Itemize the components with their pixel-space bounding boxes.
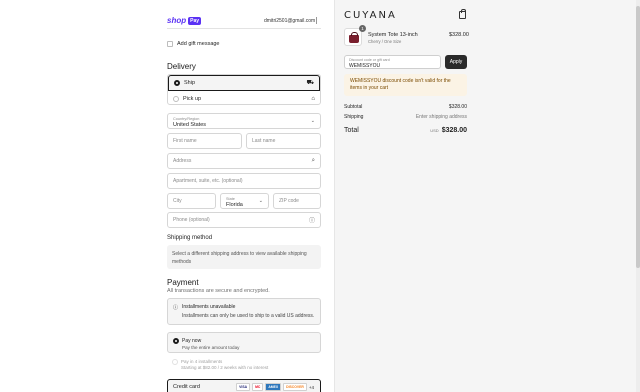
account-email[interactable]: dmitri2501@gmail.com [264, 18, 315, 24]
pickup-label: Pick up [183, 95, 202, 102]
installments-title: Installments unavailable [182, 304, 236, 310]
delivery-title: Delivery [167, 62, 196, 71]
apartment-field[interactable]: Apartment, suite, etc. (optional) [167, 173, 321, 189]
pay-now-subtitle: Pay the entire amount today [182, 345, 240, 350]
total-label: Total [344, 127, 359, 134]
discount-code-input[interactable]: Discount code or gift card WEMISSYOU [344, 55, 441, 69]
zip-placeholder: ZIP code [279, 198, 299, 204]
first-name-placeholder: First name [173, 138, 197, 144]
city-placeholder: City [173, 198, 182, 204]
total-amount: USD $328.00 [420, 127, 467, 134]
tote-bag-image [349, 32, 359, 43]
pay-later-subtitle: Starting at $82.00 / 2 weeks with no int… [181, 365, 269, 370]
pickup-radio[interactable] [173, 95, 179, 102]
header-divider [167, 28, 321, 29]
gift-message-label: Add gift message [177, 41, 220, 47]
discount-code-value: WEMISSYOU [349, 63, 381, 69]
shipping-value: Enter shipping address [415, 114, 467, 120]
delivery-method-group: Ship ⛟ Pick up ⌂ [167, 74, 321, 105]
gift-message-checkbox[interactable] [167, 41, 173, 47]
pay-later-radio [172, 359, 178, 365]
product-variant: Cherry / One Size [368, 39, 402, 44]
chevron-down-icon: ⌄ [258, 198, 263, 204]
country-label: Country/Region [173, 117, 200, 121]
total-currency: USD [430, 128, 439, 133]
country-select[interactable]: Country/Region United States ⌄ [167, 113, 321, 129]
country-value: United States [173, 122, 207, 128]
amex-icon: AMEX [265, 383, 282, 391]
search-icon: ⌕ [311, 157, 315, 164]
last-name-field[interactable]: Last name [246, 133, 321, 149]
last-name-placeholder: Last name [252, 138, 276, 144]
pay-now-radio[interactable] [173, 338, 179, 344]
shop-pay-button[interactable]: shop Pay [167, 16, 202, 25]
ship-label: Ship [184, 80, 196, 86]
account-menu-divider [316, 17, 317, 24]
shop-pay-logo-shop: shop [167, 16, 187, 25]
page-scrollbar[interactable] [636, 0, 640, 392]
phone-placeholder: Phone (optional) [173, 217, 210, 223]
total-value: $328.00 [441, 127, 467, 134]
discover-icon: DISCOVER [283, 383, 307, 391]
shopping-bag-icon[interactable] [459, 9, 466, 19]
subtotal-value: $328.00 [448, 104, 467, 110]
discount-warning: WEMISSYOU discount code isn't valid for … [344, 74, 467, 96]
gift-message-row[interactable]: Add gift message [167, 41, 220, 47]
credit-card-option[interactable]: Credit card VISA MC AMEX DISCOVER +4 [167, 379, 321, 392]
shipping-method-message: Select a different shipping address to v… [167, 245, 321, 269]
visa-icon: VISA [236, 383, 251, 391]
payment-subtitle: All transactions are secure and encrypte… [167, 288, 270, 294]
address-field[interactable]: Address ⌕ [167, 153, 321, 169]
info-icon: ⓘ [173, 305, 179, 311]
store-logo[interactable]: CUYANA [344, 10, 397, 21]
more-cards-count: +4 [308, 384, 314, 390]
shipping-label: Shipping [344, 114, 364, 120]
first-name-field[interactable]: First name [167, 133, 242, 149]
pay-in-installments-option: Pay in 4 installments Starting at $82.00… [167, 356, 321, 374]
delivery-option-pickup[interactable]: Pick up ⌂ [168, 91, 320, 106]
help-icon[interactable]: ⓘ [309, 216, 315, 225]
address-placeholder: Address [173, 158, 192, 164]
chevron-down-icon: ⌄ [310, 118, 315, 124]
delivery-option-ship[interactable]: Ship ⛟ [168, 75, 320, 91]
installments-unavailable-box: ⓘ Installments unavailable Installments … [167, 298, 321, 325]
discount-code-label: Discount code or gift card [349, 58, 390, 62]
pay-now-title: Pay now [182, 338, 202, 344]
store-icon: ⌂ [311, 95, 315, 102]
pay-later-title: Pay in 4 installments [181, 359, 223, 364]
subtotal-label: Subtotal [344, 104, 363, 110]
state-select[interactable]: State Florida ⌄ [220, 193, 269, 209]
pay-now-option[interactable]: Pay now Pay the entire amount today [167, 332, 321, 353]
product-name: System Tote 13-inch [368, 32, 418, 38]
product-price: $328.00 [449, 32, 469, 38]
shop-pay-logo-pay: Pay [188, 16, 202, 25]
quantity-badge: 1 [359, 25, 366, 32]
phone-field[interactable]: Phone (optional) ⓘ [167, 212, 321, 228]
shipping-method-title: Shipping method [167, 235, 213, 241]
city-field[interactable]: City [167, 193, 216, 209]
state-label: State [226, 197, 235, 201]
card-logos: VISA MC AMEX DISCOVER +4 [236, 383, 314, 391]
apartment-placeholder: Apartment, suite, etc. (optional) [173, 178, 243, 184]
credit-card-label: Credit card [173, 384, 200, 390]
zip-field[interactable]: ZIP code [273, 193, 321, 209]
installments-message: Installments can only be used to ship to… [182, 313, 315, 319]
mastercard-icon: MC [252, 383, 264, 391]
state-value: Florida [226, 202, 243, 208]
truck-icon: ⛟ [306, 80, 314, 86]
ship-radio[interactable] [174, 80, 180, 86]
apply-discount-button[interactable]: Apply [445, 55, 467, 69]
scrollbar-thumb[interactable] [636, 6, 640, 268]
payment-title: Payment [167, 278, 199, 287]
